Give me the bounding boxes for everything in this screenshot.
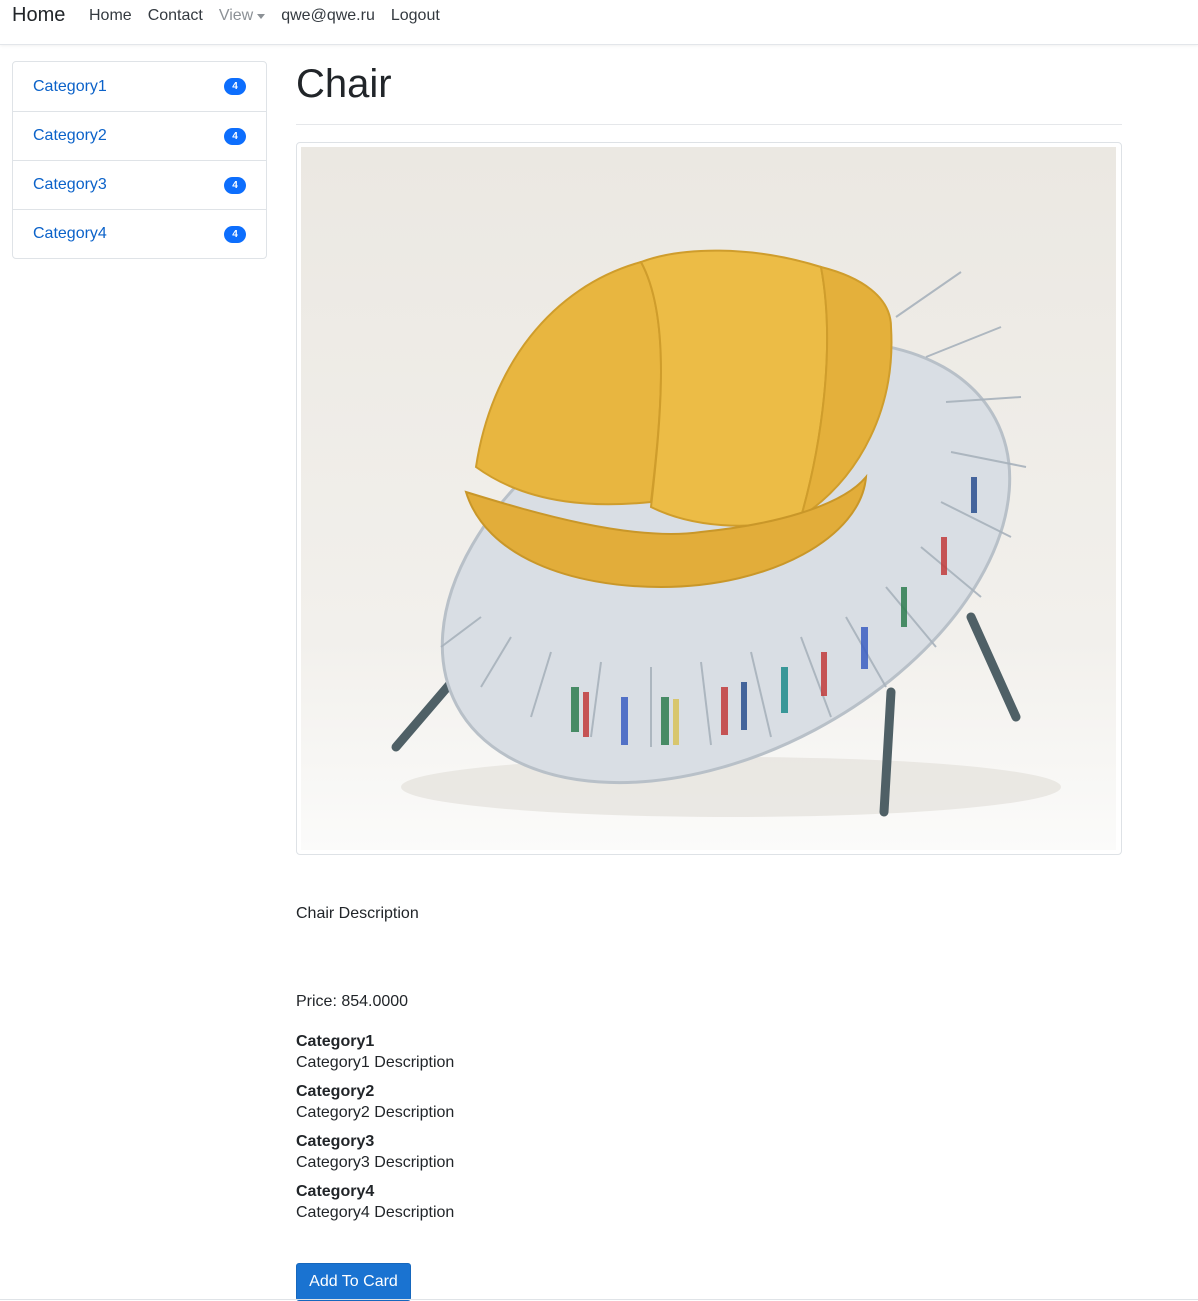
nav-home-link[interactable]: Home <box>89 6 132 26</box>
category-link[interactable]: Category2 <box>33 127 107 145</box>
count-badge: 4 <box>224 225 246 243</box>
category-description: Category4 Description <box>296 1204 455 1221</box>
nav-view-dropdown[interactable]: View <box>218 6 266 26</box>
brand-link[interactable]: Home <box>12 4 65 27</box>
product-description: Chair Description <box>296 905 419 922</box>
category-name: Category2 <box>296 1083 375 1100</box>
product-price: Price: 854.0000 <box>296 993 409 1010</box>
category-name: Category4 <box>296 1183 375 1200</box>
category-list-item[interactable]: Category2 4 <box>13 111 266 160</box>
category-description: Category2 Description <box>296 1104 455 1121</box>
count-badge: 4 <box>224 127 246 145</box>
nav-logout-link[interactable]: Logout <box>391 6 440 26</box>
navbar: Home Home Contact View qwe@qwe.ru Logout <box>0 0 1198 45</box>
nav-links: Home Contact View qwe@qwe.ru Logout <box>89 6 456 26</box>
category-entry: Category4 Category4 Description <box>296 1183 454 1225</box>
nav-view-label: View <box>218 7 254 24</box>
category-name: Category3 <box>296 1133 375 1150</box>
category-list-item[interactable]: Category3 4 <box>13 160 266 209</box>
category-description: Category3 Description <box>296 1154 455 1171</box>
bottom-divider <box>0 1299 1198 1300</box>
product-title: Chair <box>296 62 392 106</box>
category-list-item[interactable]: Category1 4 <box>13 62 266 111</box>
category-link[interactable]: Category3 <box>33 176 107 194</box>
category-description: Category1 Description <box>296 1054 455 1071</box>
caret-down-icon <box>257 13 266 19</box>
add-to-cart-button[interactable]: Add To Card <box>296 1263 411 1301</box>
nav-contact-link[interactable]: Contact <box>148 6 203 26</box>
category-name: Category1 <box>296 1033 375 1050</box>
category-list-item[interactable]: Category4 4 <box>13 209 266 258</box>
category-entry: Category3 Category3 Description <box>296 1133 454 1175</box>
category-link[interactable]: Category4 <box>33 225 107 243</box>
count-badge: 4 <box>224 176 246 194</box>
nav-user-link[interactable]: qwe@qwe.ru <box>281 6 375 26</box>
count-badge: 4 <box>224 78 246 95</box>
product-categories: Category1 Category1 Description Category… <box>296 1033 454 1233</box>
category-entry: Category1 Category1 Description <box>296 1033 454 1075</box>
chair-illustration <box>391 249 1061 817</box>
product-image-frame <box>296 142 1122 855</box>
category-entry: Category2 Category2 Description <box>296 1083 454 1125</box>
title-divider <box>296 124 1122 125</box>
category-link[interactable]: Category1 <box>33 78 107 96</box>
product-image <box>301 147 1116 850</box>
category-list: Category1 4 Category2 4 Category3 4 Cate… <box>12 61 267 259</box>
